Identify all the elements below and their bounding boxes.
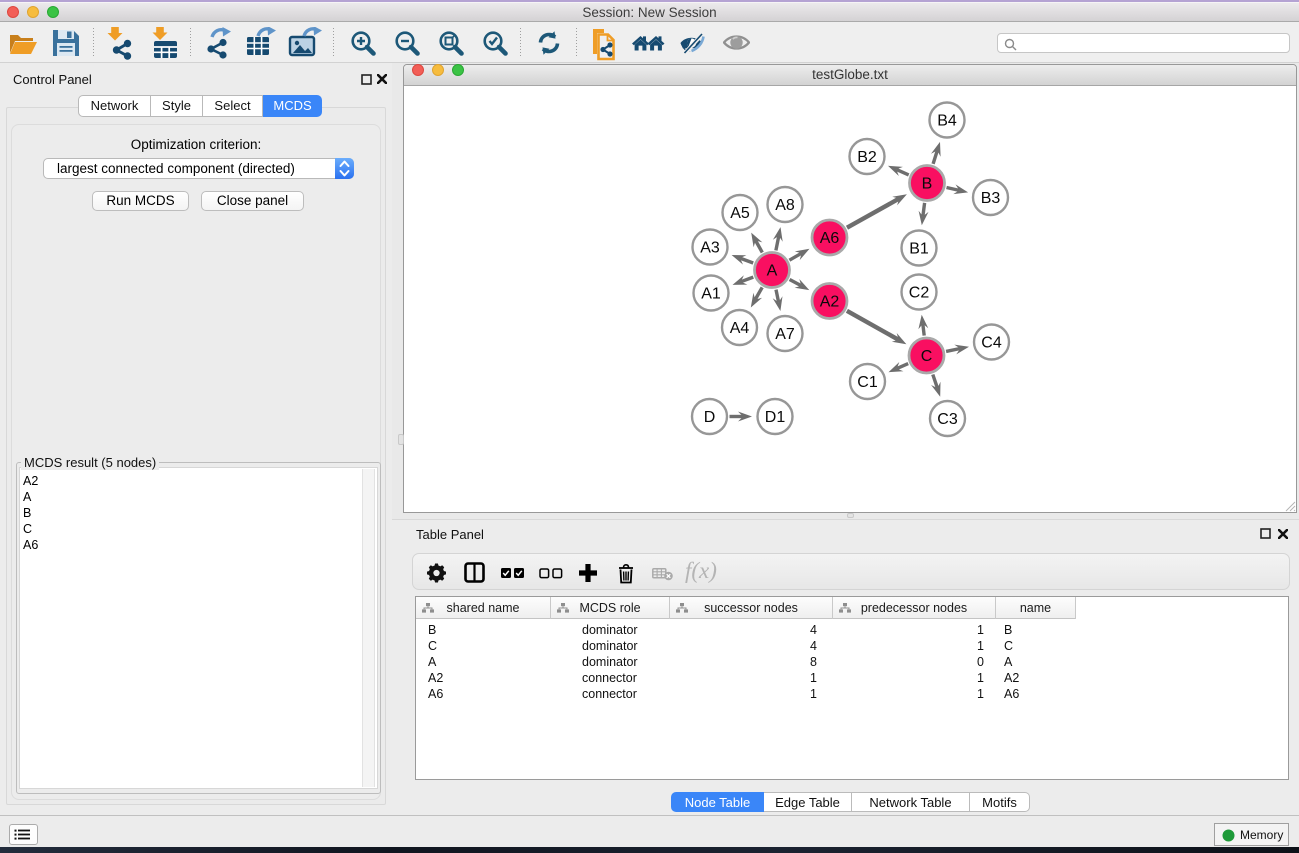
svg-text:A6: A6 [820, 230, 840, 247]
svg-text:D: D [704, 409, 716, 426]
svg-text:A2: A2 [820, 294, 840, 311]
svg-text:B: B [922, 176, 933, 193]
svg-text:C2: C2 [909, 285, 930, 302]
svg-text:B2: B2 [857, 149, 877, 166]
svg-text:B3: B3 [981, 190, 1001, 207]
svg-text:C3: C3 [937, 411, 958, 428]
svg-text:A5: A5 [730, 205, 750, 222]
svg-text:D1: D1 [765, 409, 786, 426]
svg-text:B1: B1 [909, 241, 929, 258]
svg-text:A4: A4 [730, 320, 750, 337]
svg-text:B4: B4 [937, 113, 957, 130]
svg-text:A3: A3 [700, 240, 720, 257]
svg-text:C: C [921, 348, 933, 365]
svg-text:C4: C4 [981, 335, 1002, 352]
svg-text:A: A [767, 263, 778, 280]
svg-text:C1: C1 [857, 374, 878, 391]
svg-text:A1: A1 [701, 286, 721, 303]
svg-text:A7: A7 [775, 326, 795, 343]
svg-text:A8: A8 [775, 197, 795, 214]
